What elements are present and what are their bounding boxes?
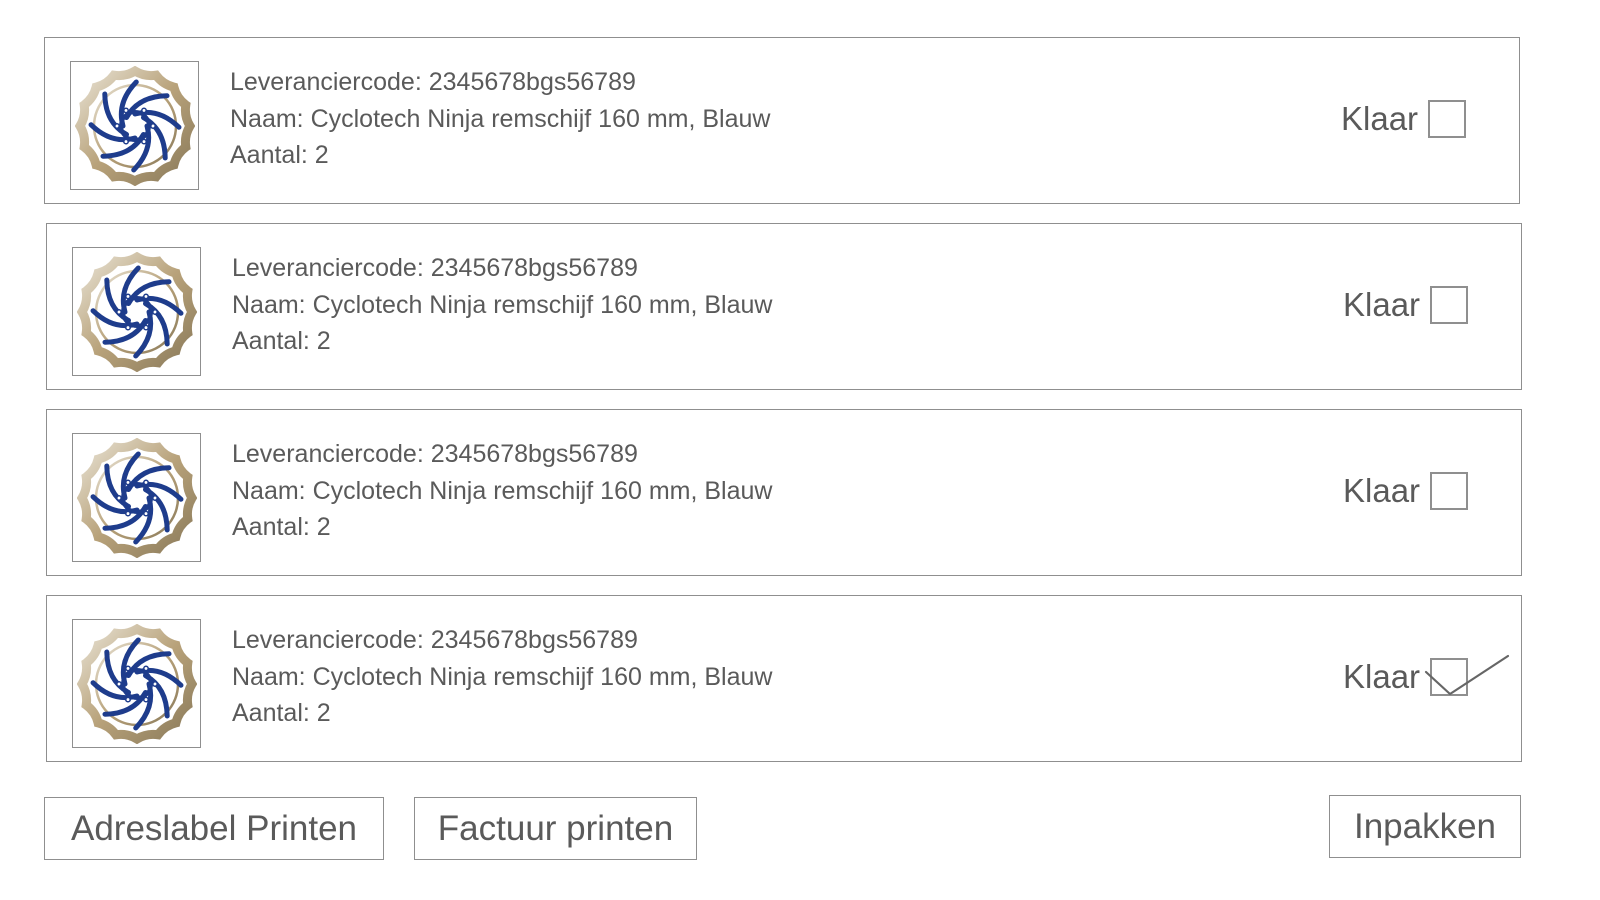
brake-disc-icon — [76, 623, 197, 744]
supplier-code: Leveranciercode: 2345678bgs56789 — [232, 440, 638, 468]
quantity: Aantal: 2 — [232, 699, 331, 727]
brake-disc-icon — [74, 65, 195, 186]
product-name: Naam: Cyclotech Ninja remschijf 160 mm, … — [232, 662, 773, 691]
brake-disc-icon — [76, 437, 197, 558]
print-address-label-button[interactable]: Adreslabel Printen — [44, 797, 384, 860]
print-invoice-button[interactable]: Factuur printen — [414, 797, 697, 860]
checkmark-icon — [1424, 654, 1510, 696]
done-checkbox[interactable] — [1430, 472, 1468, 510]
supplier-code: Leveranciercode: 2345678bgs56789 — [232, 626, 638, 654]
item-info: Leveranciercode: 2345678bgs56789 Naam: C… — [230, 64, 770, 174]
product-image — [72, 247, 201, 376]
done-label: Klaar — [1343, 286, 1421, 323]
order-item: Leveranciercode: 2345678bgs56789 Naam: C… — [44, 37, 1520, 204]
item-info: Leveranciercode: 2345678bgs56789 Naam: C… — [232, 250, 772, 360]
product-name: Naam: Cyclotech Ninja remschijf 160 mm, … — [232, 476, 773, 505]
product-image — [72, 433, 201, 562]
supplier-code: Leveranciercode: 2345678bgs56789 — [230, 68, 636, 96]
order-item: Leveranciercode: 2345678bgs56789 Naam: C… — [46, 595, 1522, 762]
done-checkbox[interactable] — [1430, 286, 1468, 324]
product-name: Naam: Cyclotech Ninja remschijf 160 mm, … — [232, 290, 773, 319]
order-item: Leveranciercode: 2345678bgs56789 Naam: C… — [46, 223, 1522, 390]
product-image — [72, 619, 201, 748]
supplier-code: Leveranciercode: 2345678bgs56789 — [232, 254, 638, 282]
quantity: Aantal: 2 — [232, 327, 331, 355]
brake-disc-icon — [76, 251, 197, 372]
quantity: Aantal: 2 — [230, 141, 329, 169]
done-label: Klaar — [1343, 472, 1421, 509]
done-checkbox[interactable] — [1424, 654, 1510, 696]
order-item: Leveranciercode: 2345678bgs56789 Naam: C… — [46, 409, 1522, 576]
item-info: Leveranciercode: 2345678bgs56789 Naam: C… — [232, 436, 772, 546]
product-image — [70, 61, 199, 190]
item-info: Leveranciercode: 2345678bgs56789 Naam: C… — [232, 622, 772, 732]
product-name: Naam: Cyclotech Ninja remschijf 160 mm, … — [230, 104, 771, 133]
pack-button[interactable]: Inpakken — [1329, 795, 1521, 858]
done-label: Klaar — [1341, 100, 1419, 137]
done-label: Klaar — [1343, 658, 1421, 695]
quantity: Aantal: 2 — [232, 513, 331, 541]
done-checkbox[interactable] — [1428, 100, 1466, 138]
